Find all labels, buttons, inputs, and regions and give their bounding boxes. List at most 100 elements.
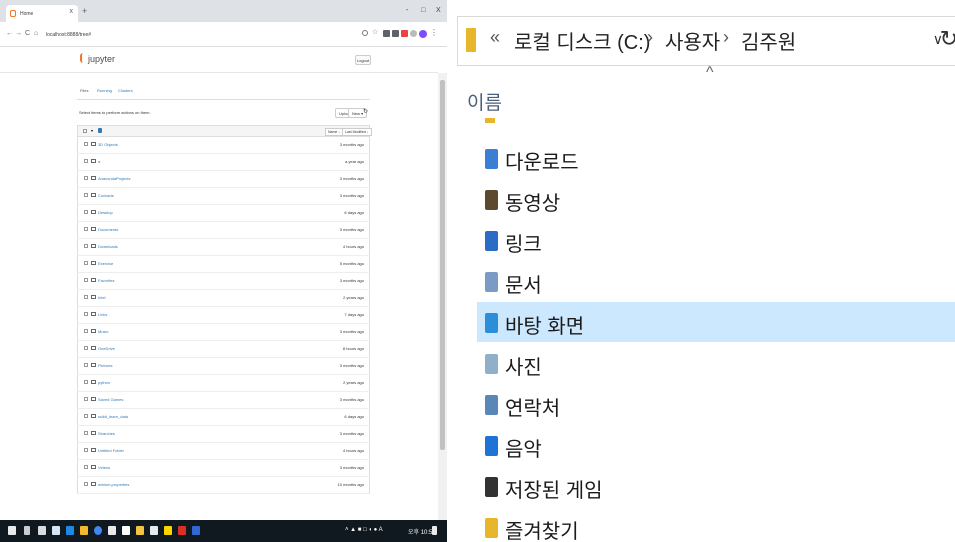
- select-all-checkbox[interactable]: [83, 129, 87, 133]
- table-row[interactable]: Searches 3 months ago: [77, 426, 370, 443]
- file-name-link[interactable]: AnacondaProjects: [98, 176, 130, 181]
- row-checkbox[interactable]: [84, 142, 88, 146]
- list-item[interactable]: 동영상: [477, 179, 955, 219]
- jupyter-logo-icon[interactable]: [80, 53, 86, 63]
- file-name-link[interactable]: Contacts: [98, 193, 114, 198]
- file-name-link[interactable]: Saved Games: [98, 397, 123, 402]
- menu-icon[interactable]: ⋮: [430, 28, 438, 37]
- profile-avatar[interactable]: [419, 30, 427, 38]
- scrollbar-thumb[interactable]: [440, 80, 445, 450]
- row-checkbox[interactable]: [84, 397, 88, 401]
- row-checkbox[interactable]: [84, 261, 88, 265]
- app-icon[interactable]: [52, 526, 60, 535]
- address-breadcrumb[interactable]: « 로컬 디스크 (C:) › 사용자 › 김주원 ∨ ↻: [457, 16, 955, 66]
- table-row[interactable]: Contacts 3 months ago: [77, 188, 370, 205]
- refresh-icon[interactable]: ↻: [940, 26, 955, 52]
- app-icon[interactable]: [150, 526, 158, 535]
- file-name-link[interactable]: winium.properties: [98, 482, 129, 487]
- row-checkbox[interactable]: [84, 210, 88, 214]
- table-row[interactable]: Documents 3 months ago: [77, 222, 370, 239]
- selection-dropdown-icon[interactable]: ▾: [91, 128, 93, 133]
- file-name-link[interactable]: Videos: [98, 465, 110, 470]
- file-name-link[interactable]: python: [98, 380, 110, 385]
- table-row[interactable]: Links 7 days ago: [77, 307, 370, 324]
- app-icon[interactable]: [136, 526, 144, 535]
- file-name-link[interactable]: Desktop: [98, 210, 113, 215]
- minimize-button[interactable]: -: [406, 7, 408, 14]
- extension-icon[interactable]: [383, 30, 390, 37]
- table-row[interactable]: Favorites 3 months ago: [77, 273, 370, 290]
- tab-close-icon[interactable]: x: [70, 8, 74, 15]
- file-name-link[interactable]: Intel: [98, 295, 106, 300]
- breadcrumb-local-disk[interactable]: 로컬 디스크 (C:): [514, 26, 650, 55]
- list-item[interactable]: 바탕 화면: [477, 302, 955, 342]
- list-item[interactable]: 링크: [477, 220, 955, 260]
- file-name-link[interactable]: a: [98, 159, 100, 164]
- close-window-button[interactable]: X: [436, 7, 441, 14]
- row-checkbox[interactable]: [84, 414, 88, 418]
- home-icon[interactable]: ⌂: [34, 30, 38, 37]
- list-item[interactable]: 즐겨찾기: [477, 507, 955, 542]
- table-row[interactable]: Pictures 3 months ago: [77, 358, 370, 375]
- edge-icon[interactable]: [66, 526, 74, 535]
- table-row[interactable]: scikit_learn_data 6 days ago: [77, 409, 370, 426]
- table-row[interactable]: 3D Objects 3 months ago: [77, 137, 370, 154]
- extension-icon[interactable]: [401, 30, 408, 37]
- row-checkbox[interactable]: [84, 482, 88, 486]
- system-tray[interactable]: ˄ ▲ ■ □ ◖ ● A: [345, 527, 383, 533]
- row-checkbox[interactable]: [84, 227, 88, 231]
- breadcrumb-user-folder[interactable]: 김주원: [741, 26, 796, 55]
- jupyter-title[interactable]: jupyter: [88, 54, 115, 64]
- list-item[interactable]: 문서: [477, 261, 955, 301]
- row-checkbox[interactable]: [84, 465, 88, 469]
- file-name-link[interactable]: Documents: [98, 227, 118, 232]
- back-icon[interactable]: ←: [6, 30, 13, 37]
- row-checkbox[interactable]: [84, 380, 88, 384]
- new-tab-button[interactable]: +: [82, 6, 87, 16]
- table-row[interactable]: AnacondaProjects 3 months ago: [77, 171, 370, 188]
- tab-clusters[interactable]: Clusters: [118, 88, 133, 93]
- table-row[interactable]: Videos 3 months ago: [77, 460, 370, 477]
- list-item[interactable]: 연락처: [477, 384, 955, 424]
- chrome-icon[interactable]: [94, 526, 102, 535]
- extension-icon[interactable]: [410, 30, 417, 37]
- sort-name-button[interactable]: Name ↓: [325, 128, 344, 136]
- taskview-icon[interactable]: [38, 526, 46, 535]
- row-checkbox[interactable]: [84, 431, 88, 435]
- breadcrumb-overflow[interactable]: «: [490, 27, 500, 48]
- tab-running[interactable]: Running: [97, 88, 112, 93]
- refresh-icon[interactable]: ↻: [363, 108, 368, 115]
- row-checkbox[interactable]: [84, 363, 88, 367]
- explorer-icon[interactable]: [80, 526, 88, 535]
- row-checkbox[interactable]: [84, 244, 88, 248]
- maximize-button[interactable]: □: [421, 7, 425, 14]
- tab-home[interactable]: Home x: [6, 5, 78, 22]
- file-name-link[interactable]: OneDrive: [98, 346, 115, 351]
- breadcrumb-users[interactable]: 사용자: [665, 26, 720, 55]
- app-icon[interactable]: [108, 526, 116, 535]
- app-icon[interactable]: [178, 526, 186, 535]
- list-item[interactable]: 저장된 게임: [477, 466, 955, 506]
- start-icon[interactable]: [8, 526, 16, 535]
- row-checkbox[interactable]: [84, 176, 88, 180]
- app-icon[interactable]: [122, 526, 130, 535]
- reload-icon[interactable]: C: [25, 30, 30, 37]
- app-icon[interactable]: [164, 526, 172, 535]
- extension-icon[interactable]: [392, 30, 399, 37]
- file-name-link[interactable]: Searches: [98, 431, 115, 436]
- chevron-right-icon[interactable]: ›: [723, 27, 729, 48]
- row-checkbox[interactable]: [84, 312, 88, 316]
- table-row[interactable]: OneDrive 8 hours ago: [77, 341, 370, 358]
- table-row[interactable]: a a year ago: [77, 154, 370, 171]
- list-item[interactable]: 다운로드: [477, 138, 955, 178]
- file-name-link[interactable]: Music: [98, 329, 108, 334]
- table-row[interactable]: Intel 2 years ago: [77, 290, 370, 307]
- table-row[interactable]: python 2 years ago: [77, 375, 370, 392]
- file-name-link[interactable]: Downloads: [98, 244, 118, 249]
- sort-modified-button[interactable]: Last Modified ↓: [342, 128, 372, 136]
- file-name-link[interactable]: Links: [98, 312, 107, 317]
- list-item[interactable]: 사진: [477, 343, 955, 383]
- table-row[interactable]: Untitled Folder 4 hours ago: [77, 443, 370, 460]
- row-checkbox[interactable]: [84, 346, 88, 350]
- app-icon[interactable]: [192, 526, 200, 535]
